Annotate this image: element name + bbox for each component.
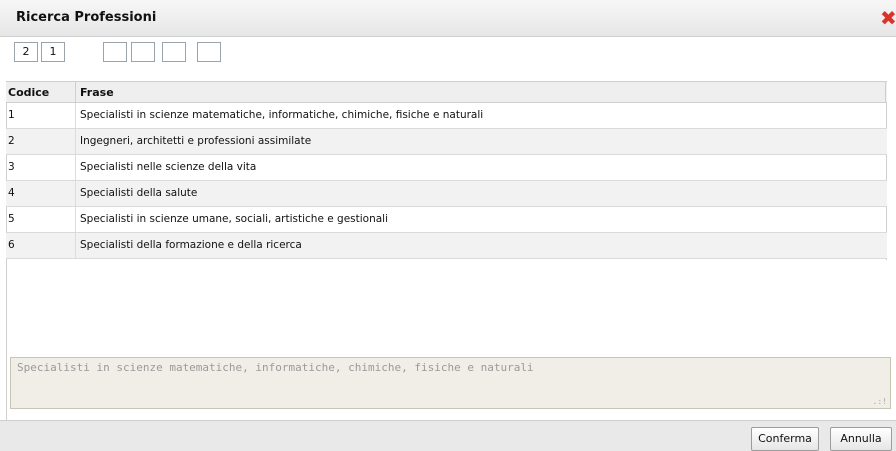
table-row[interactable]: 5 Specialisti in scienze umane, sociali,… xyxy=(6,207,887,233)
table-row[interactable]: 4 Specialisti della salute xyxy=(6,181,887,207)
cell-divider xyxy=(75,129,76,154)
row-code: 6 xyxy=(8,239,15,251)
professions-search-dialog: Ricerca Professioni ✖ 2 1 Codice Frase 1… xyxy=(0,0,896,451)
row-phrase: Specialisti in scienze matematiche, info… xyxy=(80,109,484,121)
column-header-code[interactable]: Codice xyxy=(8,86,49,99)
dialog-title: Ricerca Professioni xyxy=(16,10,157,25)
cell-divider xyxy=(75,233,76,258)
resize-grip-icon[interactable]: .:! xyxy=(873,397,887,406)
confirm-button[interactable]: Conferma xyxy=(751,427,819,451)
row-code: 1 xyxy=(8,109,15,121)
row-phrase: Specialisti della salute xyxy=(80,187,198,199)
professions-grid: Codice Frase 1 Specialisti in scienze ma… xyxy=(6,81,887,259)
cell-divider xyxy=(75,103,76,128)
table-row[interactable]: 1 Specialisti in scienze matematiche, in… xyxy=(6,103,887,129)
cell-divider xyxy=(75,181,76,206)
table-row[interactable]: 3 Specialisti nelle scienze della vita xyxy=(6,155,887,181)
dialog-titlebar: Ricerca Professioni ✖ xyxy=(0,0,896,37)
selected-phrase-text: Specialisti in scienze matematiche, info… xyxy=(17,361,534,374)
code-box-3[interactable] xyxy=(103,42,127,62)
code-box-5[interactable] xyxy=(162,42,186,62)
row-phrase: Ingegneri, architetti e professioni assi… xyxy=(80,135,312,147)
row-code: 5 xyxy=(8,213,15,225)
code-box-6[interactable] xyxy=(197,42,221,62)
close-icon[interactable]: ✖ xyxy=(880,8,896,28)
dialog-footer: Conferma Annulla xyxy=(0,420,896,451)
table-row[interactable]: 6 Specialisti della formazione e della r… xyxy=(6,233,887,259)
column-divider xyxy=(885,82,886,102)
row-code: 3 xyxy=(8,161,15,173)
cell-divider xyxy=(75,207,76,232)
row-code: 2 xyxy=(8,135,15,147)
row-phrase: Specialisti nelle scienze della vita xyxy=(80,161,257,173)
row-phrase: Specialisti in scienze umane, sociali, a… xyxy=(80,213,389,225)
cell-divider xyxy=(75,155,76,180)
table-row[interactable]: 2 Ingegneri, architetti e professioni as… xyxy=(6,129,887,155)
grid-header: Codice Frase xyxy=(6,81,887,103)
code-box-4[interactable] xyxy=(131,42,155,62)
cancel-button[interactable]: Annulla xyxy=(830,427,892,451)
row-phrase: Specialisti della formazione e della ric… xyxy=(80,239,302,251)
row-code: 4 xyxy=(8,187,15,199)
code-box-1[interactable]: 2 xyxy=(14,42,38,62)
column-divider xyxy=(75,82,76,102)
selected-phrase-textarea[interactable]: Specialisti in scienze matematiche, info… xyxy=(10,357,891,409)
code-box-2[interactable]: 1 xyxy=(41,42,65,62)
column-header-phrase[interactable]: Frase xyxy=(80,86,114,99)
